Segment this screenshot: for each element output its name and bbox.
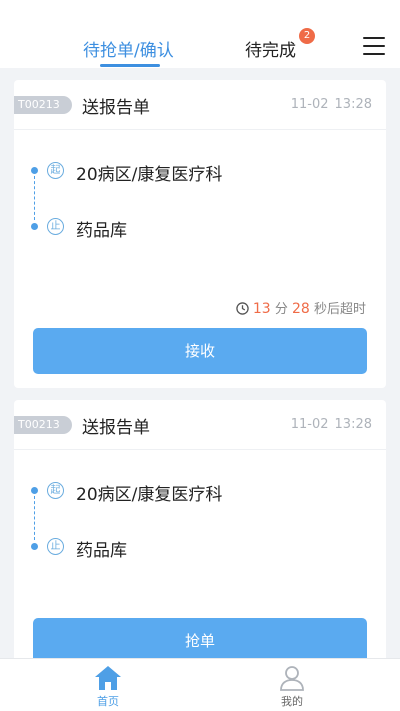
todo-count-badge: 2 — [299, 28, 315, 44]
countdown-minutes: 13 — [252, 301, 271, 317]
order-time: 13:28 — [334, 97, 372, 112]
order-date: 11-02 — [290, 417, 329, 432]
start-marker-icon: 起 — [47, 482, 64, 499]
order-date: 11-02 — [290, 97, 329, 112]
user-icon — [280, 666, 304, 691]
nav-home[interactable]: 首页 — [68, 659, 148, 711]
order-datetime: 11-02 13:28 — [285, 417, 372, 432]
route-line — [34, 176, 35, 220]
timeout-suffix: 秒后超时 — [313, 302, 366, 317]
nav-mine[interactable]: 我的 — [252, 659, 332, 711]
route-start-dot — [31, 487, 38, 494]
order-type: 送报告单 — [82, 418, 150, 438]
active-tab-indicator — [100, 64, 160, 67]
order-id-tag: T00213 — [14, 96, 72, 114]
end-marker-icon: 止 — [47, 538, 64, 555]
route-line — [34, 496, 35, 540]
nav-mine-label: 我的 — [281, 695, 303, 708]
order-card-header: T00213 送报告单 11-02 13:28 — [14, 80, 386, 130]
route-end-dot — [31, 543, 38, 550]
start-marker-icon: 起 — [47, 162, 64, 179]
order-time: 13:28 — [334, 417, 372, 432]
accept-button[interactable]: 接收 — [33, 328, 367, 374]
order-card: T00213 送报告单 11-02 13:28 起 20病区/康复医疗科 止 药品… — [14, 80, 386, 388]
route-to: 药品库 — [76, 541, 127, 561]
route-from: 20病区/康复医疗科 — [76, 485, 223, 505]
home-icon — [95, 666, 121, 690]
countdown-seconds: 28 — [292, 301, 310, 317]
route-to: 药品库 — [76, 221, 127, 241]
bottom-nav: 首页 我的 — [0, 658, 400, 711]
top-tab-bar: 待抢单/确认 待完成 2 — [0, 0, 400, 68]
order-type: 送报告单 — [82, 98, 150, 118]
tab-to-complete[interactable]: 待完成 — [245, 36, 296, 61]
timeout-countdown: 13 分 28 秒后超时 — [236, 298, 366, 317]
route-from: 20病区/康复医疗科 — [76, 165, 223, 185]
menu-icon[interactable] — [363, 37, 385, 55]
order-card-header: T00213 送报告单 11-02 13:28 — [14, 400, 386, 450]
order-id-tag: T00213 — [14, 416, 72, 434]
minutes-unit: 分 — [274, 302, 288, 317]
route-end-dot — [31, 223, 38, 230]
order-datetime: 11-02 13:28 — [285, 97, 372, 112]
grab-order-button[interactable]: 抢单 — [33, 618, 367, 658]
clock-icon — [236, 302, 249, 315]
route-start-dot — [31, 167, 38, 174]
tab-pending-confirm[interactable]: 待抢单/确认 — [83, 36, 174, 61]
order-card: T00213 送报告单 11-02 13:28 起 20病区/康复医疗科 止 药品… — [14, 400, 386, 658]
nav-home-label: 首页 — [97, 695, 119, 708]
end-marker-icon: 止 — [47, 218, 64, 235]
